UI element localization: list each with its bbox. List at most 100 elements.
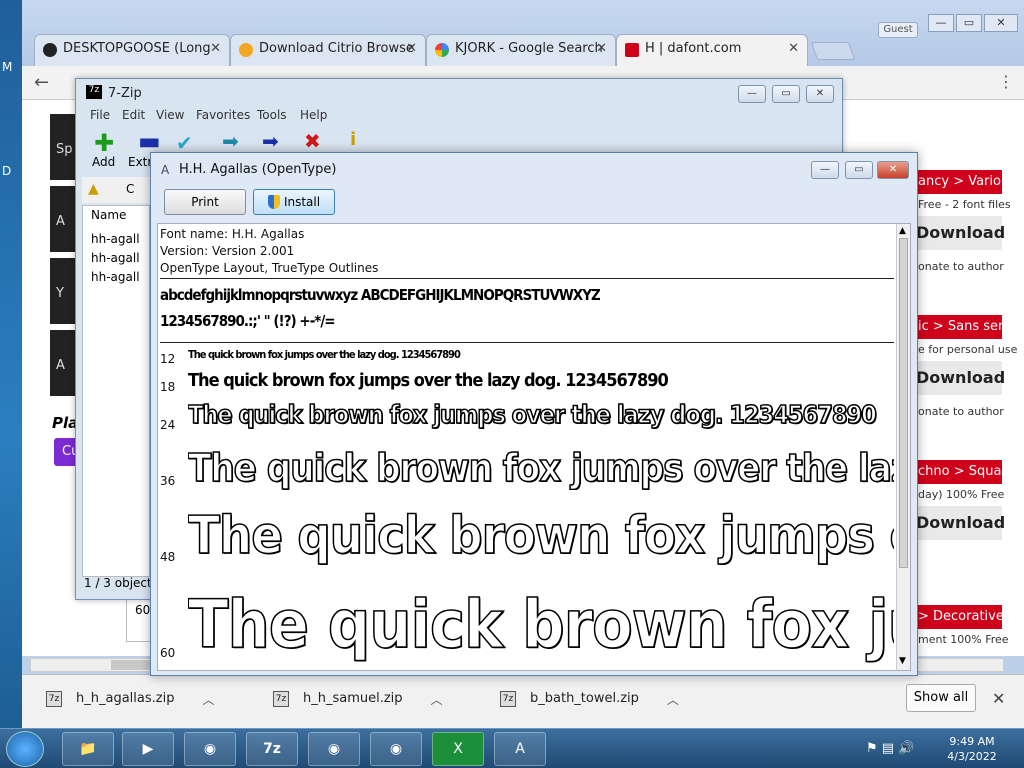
add-button-label[interactable]: Add [92, 155, 115, 169]
zip-file-icon: 7z [500, 691, 516, 707]
scroll-thumb[interactable] [111, 660, 151, 670]
menu-tools[interactable]: Tools [257, 108, 287, 122]
download-item[interactable]: 7z h_h_agallas.zip ︿ [46, 691, 214, 713]
font-version: Version: Version 2.001 [160, 244, 295, 258]
tab-citrio[interactable]: Download Citrio Browse ✕ [230, 34, 426, 66]
download-button[interactable]: Download [912, 506, 1005, 540]
download-button[interactable]: Download [912, 216, 1005, 250]
donate-link[interactable]: onate to author [918, 405, 1004, 418]
scroll-down-icon[interactable]: ▼ [899, 656, 906, 666]
tab-dafont[interactable]: H | dafont.com ✕ [616, 34, 808, 66]
install-button[interactable]: Install [253, 189, 335, 215]
explorer-icon[interactable]: 📁 [62, 732, 114, 766]
scroll-up-icon[interactable]: ▲ [899, 226, 906, 236]
guest-badge[interactable]: Guest [878, 22, 918, 38]
download-bar: 7z h_h_agallas.zip ︿ 7z h_h_samuel.zip ︿… [22, 674, 1024, 728]
download-button[interactable]: Download [912, 361, 1005, 395]
tab-label: DESKTOPGOOSE (Long [63, 41, 211, 56]
back-arrow-icon[interactable]: ← [34, 72, 49, 93]
chevron-up-icon[interactable]: ︿ [431, 691, 443, 708]
font-meta: e for personal use [918, 343, 1018, 356]
close-button[interactable]: ✕ [984, 14, 1018, 32]
donate-link[interactable]: onate to author [918, 260, 1004, 273]
chrome-icon[interactable]: ◉ [370, 732, 422, 766]
maximize-button[interactable]: ▭ [772, 85, 800, 103]
close-button[interactable]: ✕ [806, 85, 834, 103]
sample-line: The quick brown fox jumps over the lazy … [188, 506, 894, 566]
path-text[interactable]: C [126, 182, 134, 196]
print-button[interactable]: Print [164, 189, 246, 215]
zip-file-icon: 7z [273, 691, 289, 707]
size-label: 24 [160, 418, 176, 432]
plus-icon[interactable]: ✚ [94, 129, 114, 157]
tab-google-search[interactable]: KJORK - Google Search ✕ [426, 34, 616, 66]
font-viewer-icon[interactable]: A [494, 732, 546, 766]
close-button[interactable]: ✕ [877, 161, 909, 179]
minimize-button[interactable]: — [928, 14, 954, 32]
menu-help[interactable]: Help [300, 108, 327, 122]
scroll-thumb[interactable] [899, 238, 908, 568]
size-label: 48 [160, 550, 176, 564]
size-label: 36 [160, 474, 176, 488]
font-preview: Font name: H.H. Agallas Version: Version… [157, 223, 911, 671]
excel-icon[interactable]: X [432, 732, 484, 766]
sample-line: The quick brown fox jumps over the lazy … [188, 400, 878, 429]
charset-line: 1234567890.:;' " (!?) +-*/= [160, 312, 335, 330]
shield-icon [268, 195, 280, 209]
close-icon[interactable]: ✕ [788, 41, 799, 56]
taskbar: 📁 ▶ ◉ 7z ◉ ◉ X A ⚑ ▤ 🔊 9:49 AM 4/3/2022 [0, 728, 1024, 768]
divider [160, 342, 894, 343]
category-bar[interactable]: ic > Sans serif [912, 315, 1002, 339]
move-arrow-icon[interactable]: ➡ [262, 129, 279, 153]
tray-icons[interactable]: ⚑ ▤ 🔊 [866, 741, 914, 756]
chevron-up-icon[interactable]: ︿ [202, 691, 214, 708]
font-name: Font name: H.H. Agallas [160, 227, 305, 241]
category-bar[interactable]: ancy > Various [912, 170, 1002, 194]
tab-desktopgoose[interactable]: DESKTOPGOOSE (Long ✕ [34, 34, 230, 66]
menu-file[interactable]: File [90, 108, 110, 122]
file-item[interactable]: hh-agall [91, 251, 140, 265]
chrome-icon[interactable]: ◉ [184, 732, 236, 766]
close-icon[interactable]: ✕ [210, 41, 221, 56]
sample-line: The quick brown fox jumps over the lazy … [188, 446, 894, 490]
vertical-scrollbar[interactable]: ▲ ▼ [896, 224, 910, 670]
show-all-button[interactable]: Show all [906, 684, 976, 712]
chevron-up-icon[interactable]: ︿ [667, 691, 679, 708]
download-item[interactable]: 7z b_bath_towel.zip ︿ [500, 691, 679, 713]
close-icon[interactable]: ✕ [992, 689, 1005, 708]
7zip-icon[interactable]: 7z [246, 732, 298, 766]
menu-dots-icon[interactable]: ⋮ [998, 72, 1014, 91]
download-name: b_bath_towel.zip [530, 691, 639, 706]
new-tab-button[interactable] [810, 42, 856, 60]
category-bar[interactable]: > Decorative [912, 605, 1002, 629]
close-icon[interactable]: ✕ [406, 41, 417, 56]
file-item[interactable]: hh-agall [91, 270, 140, 284]
menu-favorites[interactable]: Favorites [196, 108, 250, 122]
google-icon [435, 43, 449, 57]
menu-view[interactable]: View [156, 108, 184, 122]
clock[interactable]: 9:49 AM 4/3/2022 [942, 734, 1002, 764]
media-player-icon[interactable]: ▶ [122, 732, 174, 766]
delete-icon[interactable]: ✖ [304, 129, 321, 153]
close-icon[interactable]: ✕ [596, 41, 607, 56]
maximize-button[interactable]: ▭ [845, 161, 873, 179]
copy-arrow-icon[interactable]: ➡ [222, 129, 239, 153]
minimize-button[interactable]: — [738, 85, 766, 103]
file-item[interactable]: hh-agall [91, 232, 140, 246]
github-icon [43, 43, 57, 57]
download-item[interactable]: 7z h_h_samuel.zip ︿ [273, 691, 443, 713]
minimize-button[interactable]: — [811, 161, 839, 179]
font-viewer-window: A H.H. Agallas (OpenType) — ▭ ✕ Print In… [150, 152, 918, 676]
maximize-button[interactable]: ▭ [956, 14, 982, 32]
column-header-name[interactable]: Name [91, 208, 126, 222]
folder-up-icon[interactable]: ▲ [88, 181, 99, 197]
desktop-letter: M [2, 60, 13, 74]
dafont-icon [625, 43, 639, 57]
font-layout: OpenType Layout, TrueType Outlines [160, 261, 379, 275]
minus-icon[interactable]: ▬ [138, 127, 161, 155]
info-icon[interactable]: i [350, 129, 356, 150]
chrome-icon[interactable]: ◉ [308, 732, 360, 766]
menu-edit[interactable]: Edit [122, 108, 145, 122]
start-button[interactable] [6, 731, 44, 767]
category-bar[interactable]: chno > Square [912, 460, 1002, 484]
